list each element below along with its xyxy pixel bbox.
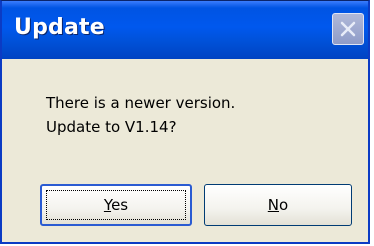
no-mnemonic: N (267, 196, 280, 214)
message-line-1: There is a newer version. (46, 94, 236, 112)
message-line-2: Update to V1.14? (46, 118, 177, 136)
focus-rectangle (46, 190, 186, 220)
title-bar[interactable]: Update (2, 1, 368, 59)
no-button-label: No (268, 196, 288, 214)
close-button[interactable] (332, 13, 364, 45)
dialog-message: There is a newer version. Update to V1.1… (46, 91, 235, 139)
yes-button[interactable]: Yes (40, 184, 192, 226)
no-label-rest: o (279, 196, 289, 214)
close-icon (339, 20, 357, 38)
window-title: Update (14, 15, 105, 40)
no-button[interactable]: No (204, 184, 352, 226)
